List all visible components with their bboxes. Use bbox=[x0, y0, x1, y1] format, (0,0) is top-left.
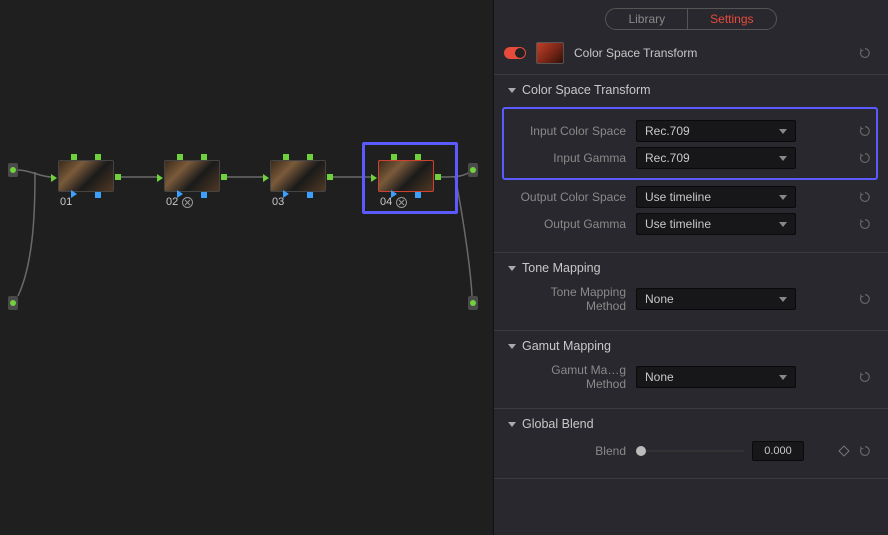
node-output-port[interactable] bbox=[435, 174, 441, 180]
node-output-port[interactable] bbox=[115, 174, 121, 180]
node-port[interactable] bbox=[71, 154, 77, 160]
node-key-in-port[interactable] bbox=[71, 190, 77, 198]
node-key-in-port[interactable] bbox=[177, 190, 183, 198]
dropdown-input-color-space[interactable]: Rec.709 bbox=[636, 120, 796, 142]
slider-blend[interactable] bbox=[636, 450, 744, 452]
node-03[interactable]: 03 bbox=[270, 160, 326, 208]
plugin-title: Color Space Transform bbox=[574, 46, 848, 60]
graph-connections bbox=[0, 0, 493, 535]
node-output-port[interactable] bbox=[221, 174, 227, 180]
chevron-down-icon bbox=[508, 422, 516, 427]
reset-icon[interactable] bbox=[858, 151, 872, 165]
section-color-space-transform: Color Space Transform Input Color Space … bbox=[494, 74, 888, 252]
fx-indicator-icon bbox=[182, 197, 193, 208]
reset-icon[interactable] bbox=[858, 217, 872, 231]
node-input-port[interactable] bbox=[51, 174, 57, 182]
node-key-out-port[interactable] bbox=[415, 192, 421, 198]
section-gamut-mapping: Gamut Mapping Gamut Ma…g Method None bbox=[494, 330, 888, 408]
node-input-port[interactable] bbox=[263, 174, 269, 182]
node-port[interactable] bbox=[391, 154, 397, 160]
highlighted-inputs: Input Color Space Rec.709 Input Gamma Re… bbox=[502, 107, 878, 180]
node-key-in-port[interactable] bbox=[283, 190, 289, 198]
reset-icon[interactable] bbox=[858, 444, 872, 458]
label-gamut-mapping-method: Gamut Ma…g Method bbox=[508, 363, 636, 391]
section-header[interactable]: Color Space Transform bbox=[508, 83, 872, 97]
reset-icon[interactable] bbox=[858, 124, 872, 138]
reset-icon[interactable] bbox=[858, 46, 872, 60]
chevron-down-icon bbox=[508, 266, 516, 271]
dropdown-input-gamma[interactable]: Rec.709 bbox=[636, 147, 796, 169]
graph-output-port-bottom[interactable] bbox=[468, 296, 478, 310]
section-title: Global Blend bbox=[522, 417, 594, 431]
node-thumbnail[interactable] bbox=[378, 160, 434, 192]
label-input-color-space: Input Color Space bbox=[508, 124, 636, 138]
inspector-panel: Library Settings Color Space Transform C… bbox=[493, 0, 888, 535]
chevron-down-icon bbox=[508, 88, 516, 93]
node-output-port[interactable] bbox=[327, 174, 333, 180]
node-port[interactable] bbox=[307, 154, 313, 160]
plugin-enable-toggle[interactable] bbox=[504, 47, 526, 59]
section-global-blend: Global Blend Blend 0.000 bbox=[494, 408, 888, 479]
dropdown-gamut-mapping-method[interactable]: None bbox=[636, 366, 796, 388]
label-tone-mapping-method: Tone Mapping Method bbox=[508, 285, 636, 313]
node-port[interactable] bbox=[283, 154, 289, 160]
label-input-gamma: Input Gamma bbox=[508, 151, 636, 165]
section-header[interactable]: Global Blend bbox=[508, 417, 872, 431]
node-port[interactable] bbox=[177, 154, 183, 160]
node-01[interactable]: 01 bbox=[58, 160, 114, 208]
chevron-down-icon bbox=[779, 297, 787, 302]
node-thumbnail[interactable] bbox=[58, 160, 114, 192]
dropdown-output-gamma[interactable]: Use timeline bbox=[636, 213, 796, 235]
chevron-down-icon bbox=[779, 195, 787, 200]
keyframe-icon[interactable] bbox=[838, 445, 849, 456]
chevron-down-icon bbox=[779, 222, 787, 227]
graph-input-port-top[interactable] bbox=[8, 163, 18, 177]
node-key-out-port[interactable] bbox=[307, 192, 313, 198]
node-port[interactable] bbox=[415, 154, 421, 160]
label-output-gamma: Output Gamma bbox=[508, 217, 636, 231]
node-key-out-port[interactable] bbox=[201, 192, 207, 198]
input-blend-value[interactable]: 0.000 bbox=[752, 441, 804, 461]
tab-library[interactable]: Library bbox=[606, 9, 687, 29]
node-thumbnail[interactable] bbox=[270, 160, 326, 192]
node-02[interactable]: 02 bbox=[164, 160, 220, 208]
chevron-down-icon bbox=[779, 129, 787, 134]
dropdown-output-color-space[interactable]: Use timeline bbox=[636, 186, 796, 208]
node-04[interactable]: 04 bbox=[378, 160, 434, 208]
reset-icon[interactable] bbox=[858, 292, 872, 306]
node-key-in-port[interactable] bbox=[391, 190, 397, 198]
label-output-color-space: Output Color Space bbox=[508, 190, 636, 204]
chevron-down-icon bbox=[508, 344, 516, 349]
section-title: Gamut Mapping bbox=[522, 339, 611, 353]
chevron-down-icon bbox=[779, 156, 787, 161]
node-port[interactable] bbox=[95, 154, 101, 160]
node-input-port[interactable] bbox=[157, 174, 163, 182]
section-title: Color Space Transform bbox=[522, 83, 651, 97]
plugin-header: Color Space Transform bbox=[494, 36, 888, 74]
reset-icon[interactable] bbox=[858, 370, 872, 384]
graph-output-port-top[interactable] bbox=[468, 163, 478, 177]
section-header[interactable]: Gamut Mapping bbox=[508, 339, 872, 353]
plugin-thumbnail bbox=[536, 42, 564, 64]
node-input-port[interactable] bbox=[371, 174, 377, 182]
node-graph[interactable]: 01 02 bbox=[0, 0, 493, 535]
inspector-tabs: Library Settings bbox=[494, 0, 888, 36]
chevron-down-icon bbox=[779, 375, 787, 380]
section-tone-mapping: Tone Mapping Tone Mapping Method None bbox=[494, 252, 888, 330]
node-port[interactable] bbox=[201, 154, 207, 160]
section-header[interactable]: Tone Mapping bbox=[508, 261, 872, 275]
node-key-out-port[interactable] bbox=[95, 192, 101, 198]
node-thumbnail[interactable] bbox=[164, 160, 220, 192]
tab-settings[interactable]: Settings bbox=[687, 9, 775, 29]
fx-indicator-icon bbox=[396, 197, 407, 208]
dropdown-tone-mapping-method[interactable]: None bbox=[636, 288, 796, 310]
label-blend: Blend bbox=[508, 444, 636, 458]
section-title: Tone Mapping bbox=[522, 261, 601, 275]
reset-icon[interactable] bbox=[858, 190, 872, 204]
graph-input-port-bottom[interactable] bbox=[8, 296, 18, 310]
